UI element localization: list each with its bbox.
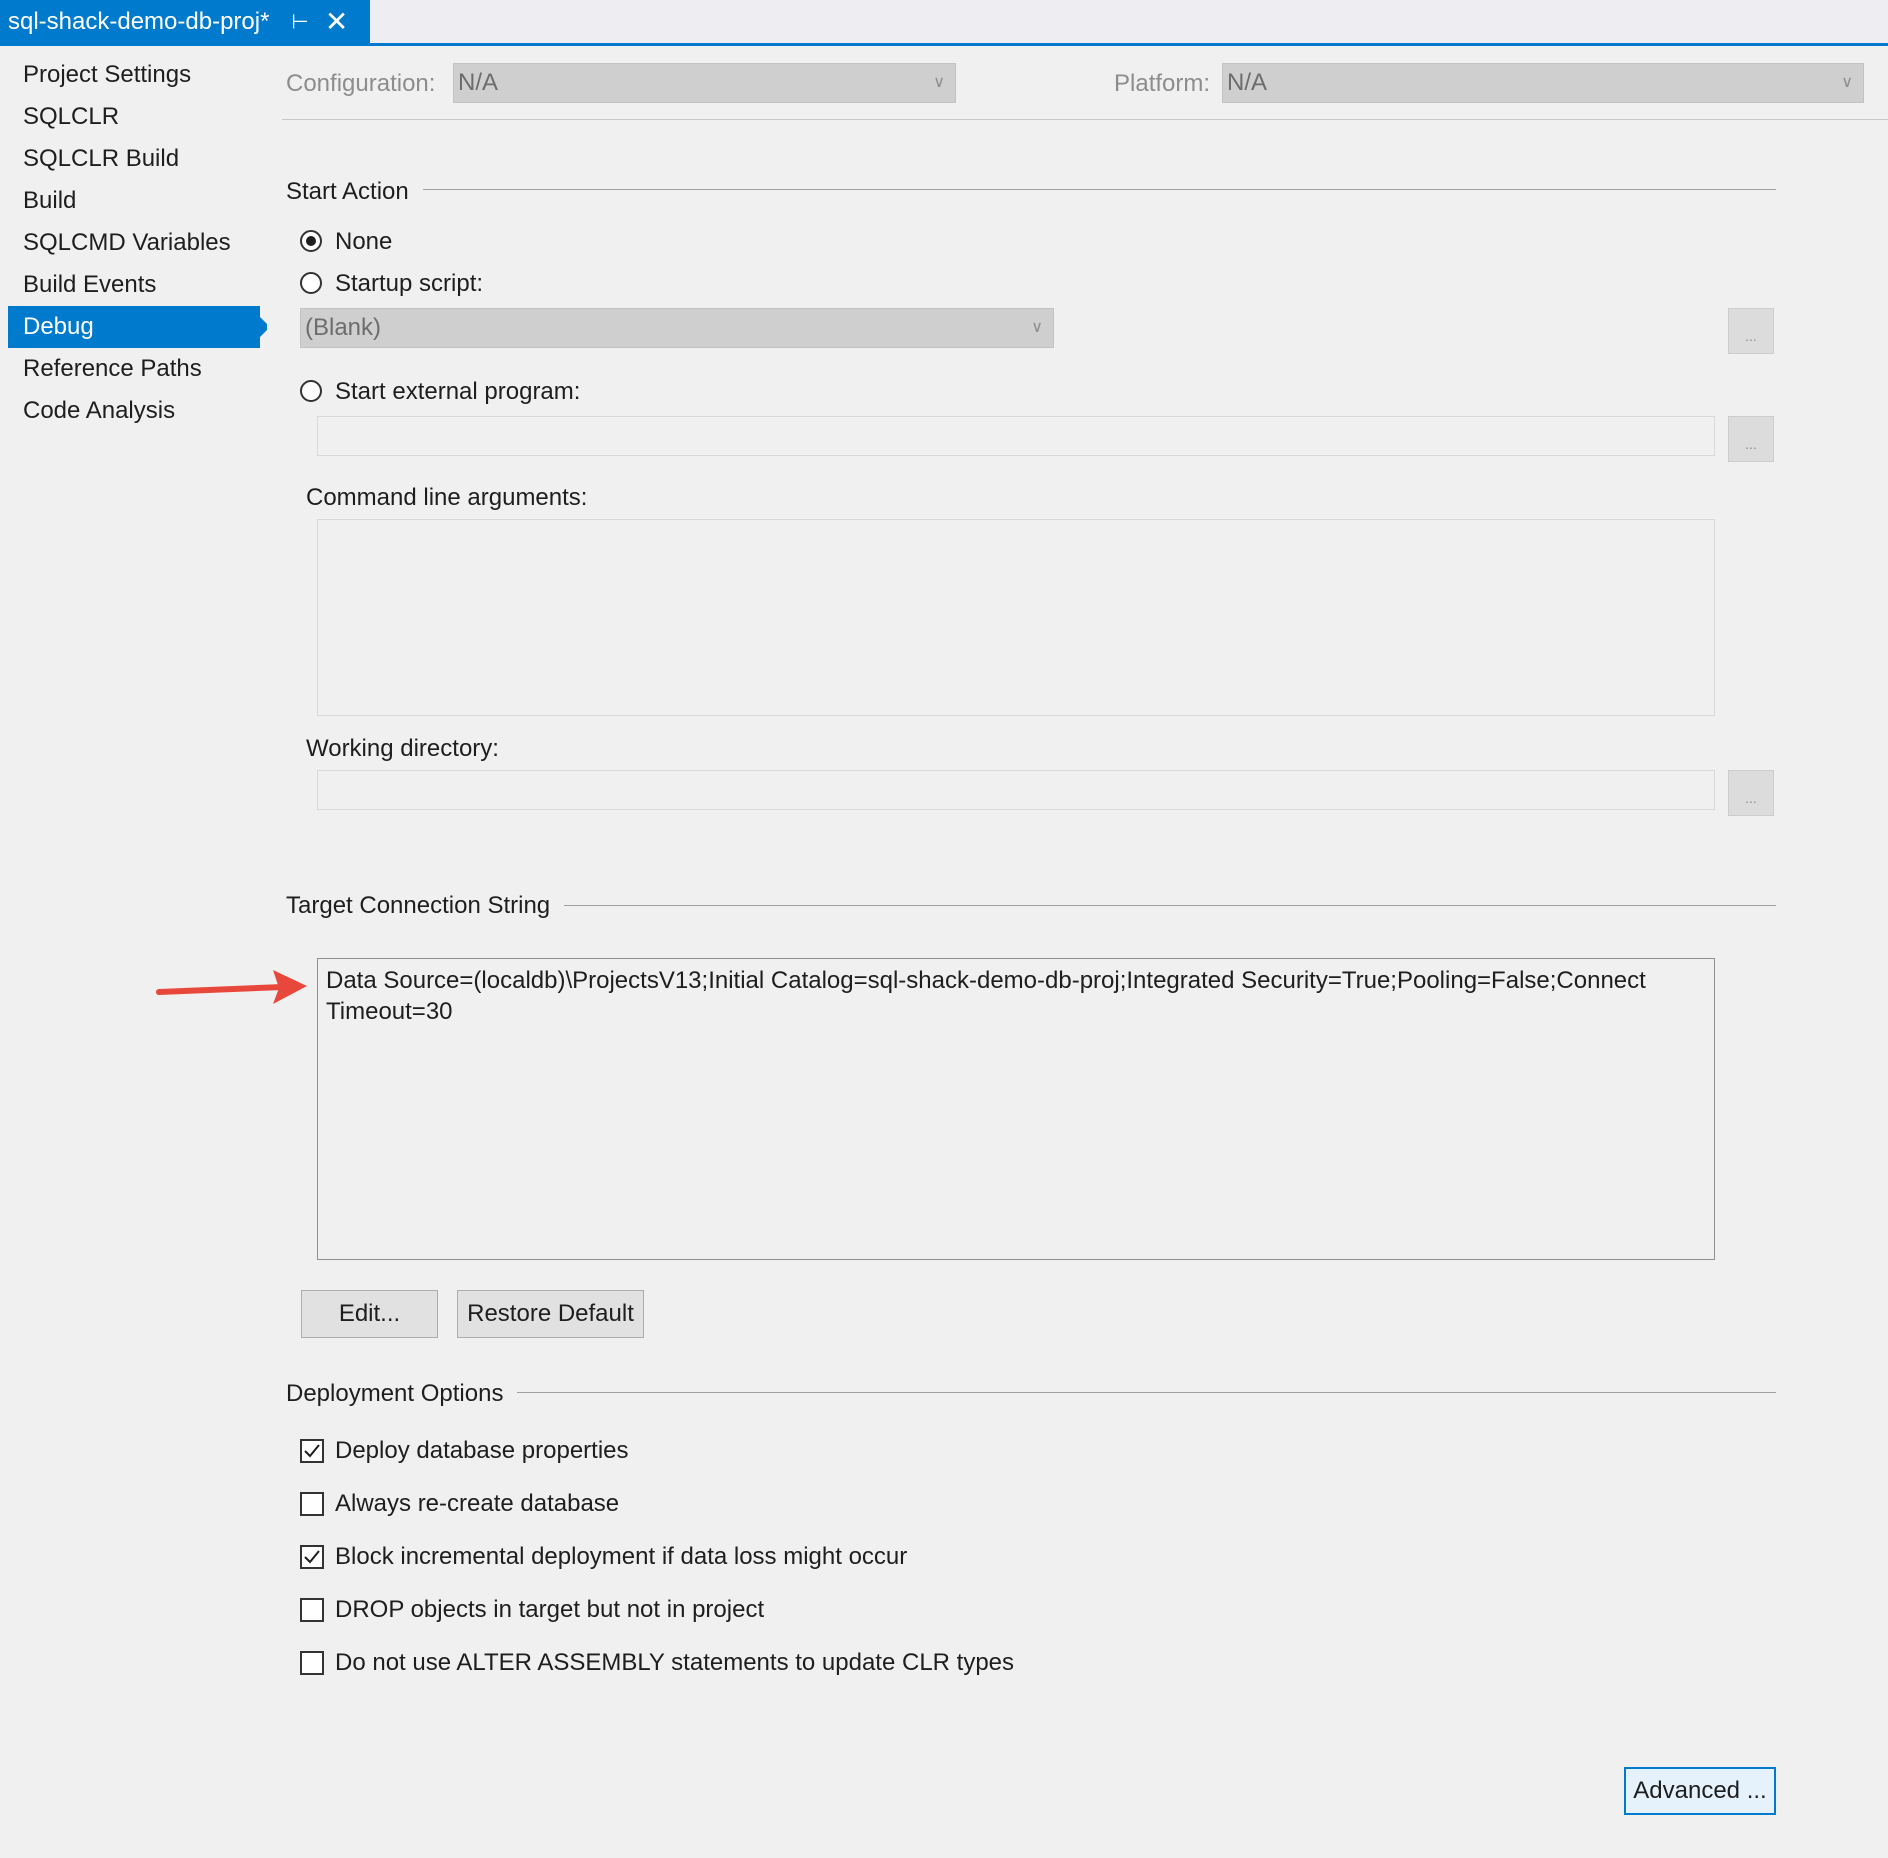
chevron-down-icon: ∨ bbox=[933, 74, 945, 91]
no-alter-assembly-label[interactable]: Do not use ALTER ASSEMBLY statements to … bbox=[335, 1649, 1014, 1677]
nav-item-sqlclr[interactable]: SQLCLR bbox=[8, 96, 260, 138]
connection-string-value: Data Source=(localdb)\ProjectsV13;Initia… bbox=[326, 967, 1646, 1025]
startup-script-value: (Blank) bbox=[305, 314, 382, 341]
debug-settings-panel: Configuration: N/A ∨ Platform: N/A ∨ Sta… bbox=[156, 46, 1888, 1858]
radio-external-program[interactable] bbox=[300, 380, 322, 402]
nav-item-sqlcmd-variables[interactable]: SQLCMD Variables bbox=[8, 222, 260, 264]
advanced-button-label: Advanced ... bbox=[1633, 1777, 1767, 1804]
working-directory-input[interactable] bbox=[317, 770, 1715, 810]
checkbox-drop-objects[interactable] bbox=[300, 1598, 324, 1622]
checkmark-icon bbox=[304, 1550, 320, 1564]
checkmark-icon bbox=[304, 1444, 320, 1458]
nav-item-build[interactable]: Build bbox=[8, 180, 260, 222]
chevron-down-icon: ∨ bbox=[1031, 319, 1043, 336]
project-settings-nav: Project Settings SQLCLR SQLCLR Build Bui… bbox=[0, 46, 270, 1858]
configuration-value: N/A bbox=[458, 69, 499, 96]
target-connection-title: Target Connection String bbox=[286, 892, 565, 920]
configuration-dropdown[interactable]: N/A ∨ bbox=[453, 63, 956, 103]
startup-script-dropdown[interactable]: (Blank) ∨ bbox=[300, 308, 1054, 348]
start-action-title: Start Action bbox=[286, 178, 423, 206]
platform-dropdown[interactable]: N/A ∨ bbox=[1222, 63, 1864, 103]
always-recreate-db-label[interactable]: Always re-create database bbox=[335, 1490, 619, 1518]
nav-item-reference-paths[interactable]: Reference Paths bbox=[8, 348, 260, 390]
edit-button-label: Edit... bbox=[338, 1300, 401, 1327]
platform-label: Platform: bbox=[1114, 70, 1211, 97]
restore-default-button-label: Restore Default bbox=[467, 1300, 634, 1327]
radio-none[interactable] bbox=[300, 230, 322, 252]
nav-item-debug[interactable]: Debug bbox=[8, 306, 270, 348]
document-tab-strip: sql-shack-demo-db-proj* ⊥ ✕ bbox=[0, 0, 1888, 43]
command-line-input[interactable] bbox=[317, 519, 1715, 716]
deploy-db-properties-label[interactable]: Deploy database properties bbox=[335, 1437, 629, 1465]
red-arrow-annotation bbox=[156, 970, 307, 1004]
connection-string-textbox[interactable]: Data Source=(localdb)\ProjectsV13;Initia… bbox=[317, 958, 1715, 1260]
advanced-button[interactable]: Advanced ... bbox=[1624, 1767, 1776, 1815]
radio-none-label[interactable]: None bbox=[335, 228, 392, 256]
block-incremental-label[interactable]: Block incremental deployment if data los… bbox=[335, 1543, 907, 1571]
nav-item-code-analysis[interactable]: Code Analysis bbox=[8, 390, 260, 432]
config-divider bbox=[282, 119, 1888, 120]
nav-item-sqlclr-build[interactable]: SQLCLR Build bbox=[8, 138, 260, 180]
checkbox-always-recreate-db[interactable] bbox=[300, 1492, 324, 1516]
working-directory-browse-button[interactable]: ... bbox=[1728, 770, 1774, 816]
working-directory-label: Working directory: bbox=[306, 735, 499, 762]
restore-default-button[interactable]: Restore Default bbox=[457, 1290, 644, 1338]
deployment-title: Deployment Options bbox=[286, 1380, 518, 1408]
document-tab-title: sql-shack-demo-db-proj* bbox=[8, 7, 270, 35]
external-program-browse-button[interactable]: ... bbox=[1728, 416, 1774, 462]
configuration-label: Configuration: bbox=[286, 70, 436, 97]
radio-startup-script[interactable] bbox=[300, 272, 322, 294]
pin-icon[interactable]: ⊥ bbox=[288, 13, 313, 30]
startup-script-browse-button[interactable]: ... bbox=[1728, 308, 1774, 354]
document-tab[interactable]: sql-shack-demo-db-proj* ⊥ ✕ bbox=[0, 0, 370, 43]
checkbox-no-alter-assembly[interactable] bbox=[300, 1651, 324, 1675]
command-line-label: Command line arguments: bbox=[306, 484, 588, 511]
external-program-input[interactable] bbox=[317, 416, 1715, 456]
edit-button[interactable]: Edit... bbox=[301, 1290, 438, 1338]
nav-item-build-events[interactable]: Build Events bbox=[8, 264, 260, 306]
checkbox-deploy-db-properties[interactable] bbox=[300, 1439, 324, 1463]
start-action-divider bbox=[286, 189, 1776, 190]
checkbox-block-incremental[interactable] bbox=[300, 1545, 324, 1569]
nav-item-project-settings[interactable]: Project Settings bbox=[8, 54, 260, 96]
radio-external-program-label[interactable]: Start external program: bbox=[335, 378, 580, 406]
drop-objects-label[interactable]: DROP objects in target but not in projec… bbox=[335, 1596, 764, 1624]
radio-startup-script-label[interactable]: Startup script: bbox=[335, 270, 483, 298]
chevron-down-icon: ∨ bbox=[1841, 74, 1853, 91]
close-icon[interactable]: ✕ bbox=[325, 7, 348, 36]
platform-value: N/A bbox=[1227, 69, 1268, 96]
